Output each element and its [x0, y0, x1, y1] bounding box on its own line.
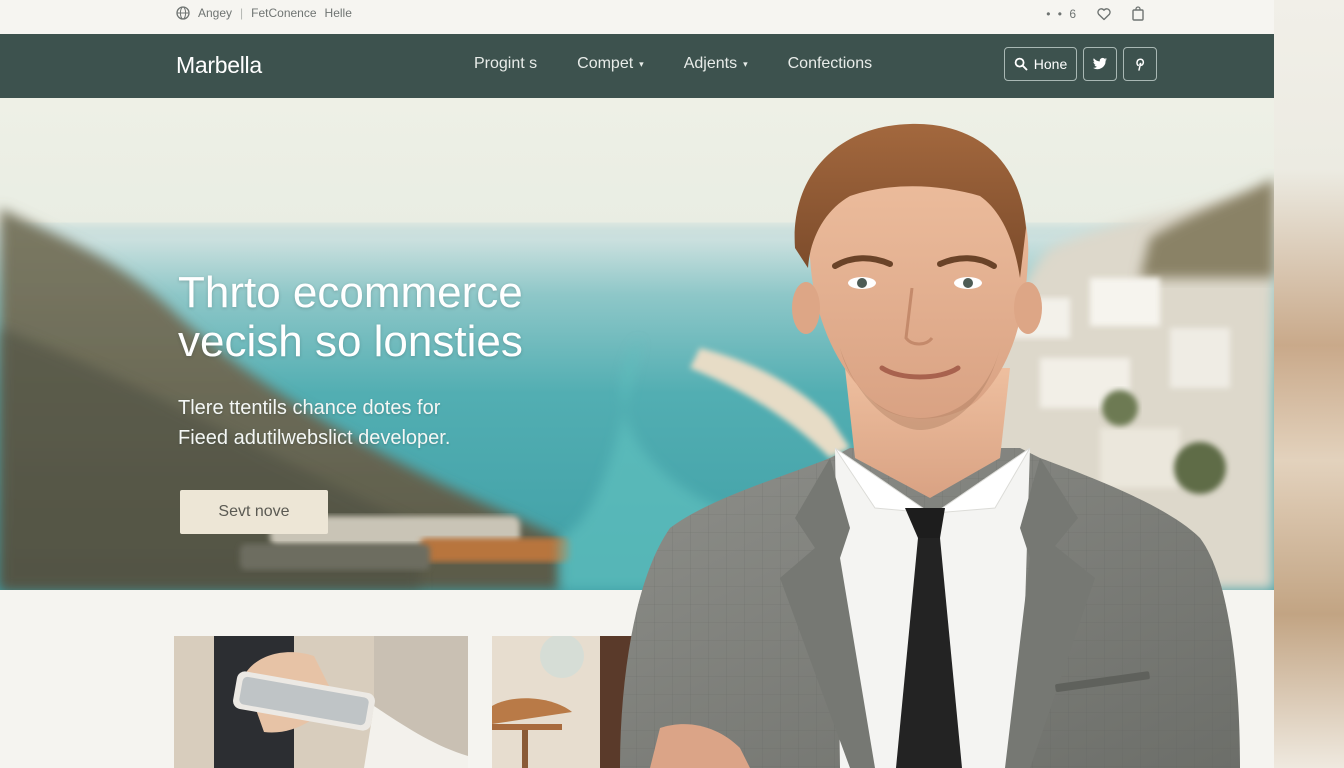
- hero-subtitle-line: Tlere ttentils chance dotes for: [178, 397, 441, 419]
- cart-icon[interactable]: [1130, 6, 1146, 22]
- utility-link-3[interactable]: Helle: [325, 6, 352, 20]
- utility-actions: • • 6: [1046, 6, 1146, 22]
- hero-subtitle: Tlere ttentils chance dotes for Fieed ad…: [178, 393, 538, 453]
- heart-icon[interactable]: [1096, 6, 1112, 22]
- utility-link-1[interactable]: Angey: [198, 6, 232, 20]
- utility-links: Angey | FetConence Helle: [176, 6, 352, 20]
- nav-item-confections[interactable]: Confections: [788, 55, 873, 73]
- hero-cta-button[interactable]: Sevt nove: [180, 490, 328, 534]
- pinterest-icon: [1133, 56, 1147, 72]
- utility-link-2[interactable]: FetConence: [251, 6, 316, 20]
- pinterest-button[interactable]: [1123, 47, 1157, 81]
- chevron-down-icon: ▾: [743, 58, 748, 69]
- utility-bar: Angey | FetConence Helle • • 6: [0, 0, 1274, 35]
- hero-title: Thrto ecommerce vecish so lonsties: [178, 268, 658, 366]
- home-button-label: Hone: [1033, 56, 1068, 72]
- nav-item-label: Compet: [577, 55, 634, 72]
- twitter-icon: [1092, 57, 1108, 71]
- brand-logo[interactable]: Marbella: [176, 52, 262, 79]
- nav-item-programs[interactable]: Progint s: [474, 55, 537, 73]
- twitter-button[interactable]: [1083, 47, 1117, 81]
- businessman-photo: [620, 123, 1240, 768]
- feature-card-phone[interactable]: [174, 636, 468, 768]
- main-navbar: Marbella Progint s Compet ▾ Adjents ▾ Co…: [0, 34, 1274, 98]
- nav-item-compet[interactable]: Compet ▾: [577, 55, 644, 73]
- nav-item-label: Adjents: [683, 55, 738, 72]
- hero-subtitle-line: Fieed adutilwebslict developer.: [178, 427, 451, 449]
- phone-photo: [174, 636, 468, 768]
- nav-actions: Hone: [1004, 47, 1157, 81]
- nav-item-label: Progint s: [474, 55, 538, 72]
- page: Angey | FetConence Helle • • 6 Marbella …: [0, 0, 1344, 768]
- hero-title-line: vecish so lonsties: [178, 317, 523, 366]
- nav-item-adjents[interactable]: Adjents ▾: [684, 55, 748, 73]
- chevron-down-icon: ▾: [639, 58, 644, 69]
- search-icon: [1014, 57, 1028, 71]
- nav-item-label: Confections: [787, 55, 873, 72]
- utility-separator: |: [240, 6, 244, 20]
- home-search-button[interactable]: Hone: [1004, 47, 1077, 81]
- utility-counter: • • 6: [1046, 7, 1078, 21]
- nav-links: Progint s Compet ▾ Adjents ▾ Confections: [474, 55, 872, 73]
- globe-icon: [176, 6, 190, 20]
- adjacent-page-edge: [1274, 0, 1344, 768]
- hero-title-line: Thrto ecommerce: [178, 268, 523, 317]
